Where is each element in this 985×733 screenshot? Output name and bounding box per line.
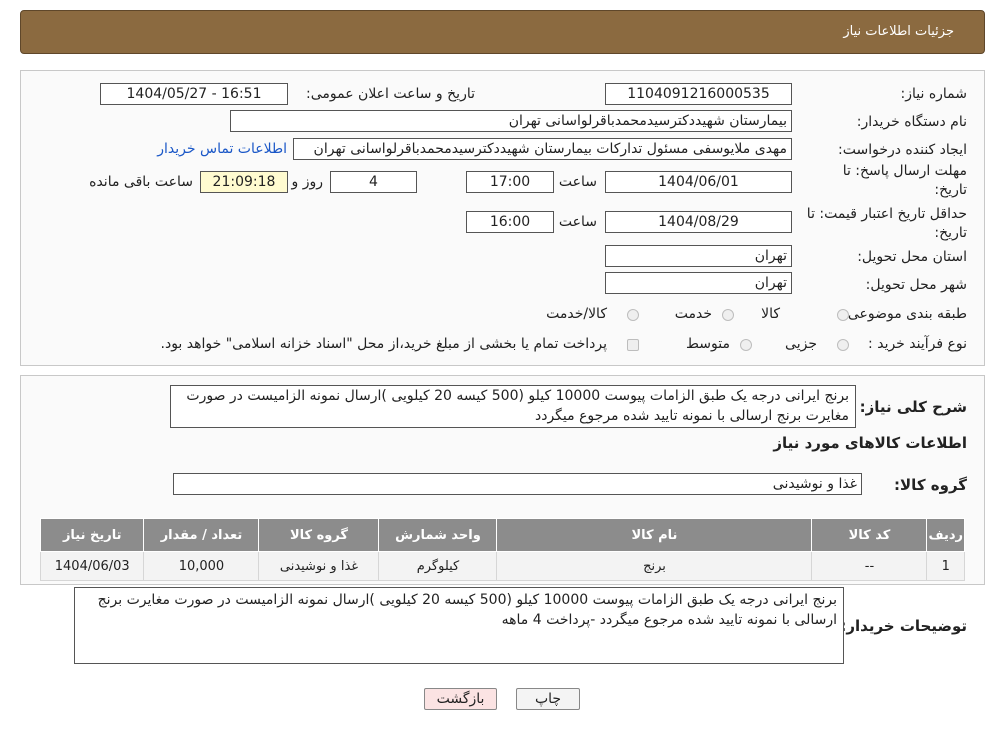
category-radio-goods-service[interactable] — [627, 309, 639, 321]
buyer-org-label: نام دستگاه خریدار: — [856, 114, 967, 130]
col-group: گروه کالا — [258, 518, 380, 552]
cell-item-code: -- — [811, 551, 928, 581]
process-radio-minor[interactable] — [837, 339, 849, 351]
col-need-date: تاریخ نیاز — [39, 518, 145, 552]
process-option-medium: متوسط — [686, 336, 730, 352]
remaining-time-label: ساعت باقی مانده — [89, 174, 193, 190]
province-field: تهران — [605, 245, 792, 267]
col-item-code: کد کالا — [811, 518, 928, 552]
validity-time-field: 16:00 — [466, 211, 554, 233]
col-quantity: تعداد / مقدار — [143, 518, 260, 552]
goods-section-title: اطلاعات کالاهای مورد نیاز — [773, 434, 967, 452]
process-option-minor: جزیی — [785, 336, 817, 352]
buyer-org-field: بیمارستان شهیددکترسیدمحمدباقرلواسانی تهر… — [230, 110, 792, 132]
back-button[interactable]: بازگشت — [424, 688, 497, 710]
deadline-date-field: 1404/06/01 — [605, 171, 792, 193]
validity-label-1: حداقل تاریخ اعتبار قیمت: تا — [806, 206, 967, 222]
remaining-time-field: 21:09:18 — [200, 171, 288, 193]
category-option-goods: کالا — [761, 306, 780, 322]
treasury-payment-note: پرداخت تمام یا بخشی از مبلغ خرید،از محل … — [160, 336, 607, 352]
table-row: 1 -- برنج کیلوگرم غذا و نوشیدنی 10,000 1… — [39, 551, 965, 581]
category-option-goods-service: کالا/خدمت — [546, 306, 607, 322]
deadline-label-1: مهلت ارسال پاسخ: تا — [842, 163, 967, 179]
description-field: برنج ایرانی درجه یک طبق الزامات پیوست 10… — [170, 385, 856, 428]
process-radio-medium[interactable] — [740, 339, 752, 351]
need-number-field: 1104091216000535 — [605, 83, 792, 105]
treasury-checkbox[interactable] — [627, 339, 639, 351]
deadline-label-2: تاریخ: — [934, 182, 967, 198]
need-number-label: شماره نیاز: — [900, 86, 968, 102]
cell-need-date: 1404/06/03 — [39, 551, 145, 581]
city-field: تهران — [605, 272, 792, 294]
cell-row-no: 1 — [926, 551, 965, 581]
cell-quantity: 10,000 — [143, 551, 260, 581]
buyer-contact-link[interactable]: اطلاعات تماس خریدار — [157, 141, 287, 157]
province-label: استان محل تحویل: — [857, 249, 967, 265]
col-item-name: نام کالا — [496, 518, 813, 552]
days-label: روز و — [291, 174, 324, 190]
validity-date-field: 1404/08/29 — [605, 211, 792, 233]
deadline-time-field: 17:00 — [466, 171, 554, 193]
creator-field: مهدی ملایوسفی مسئول تدارکات بیمارستان شه… — [293, 138, 792, 160]
days-remaining-field: 4 — [330, 171, 417, 193]
col-row-no: ردیف — [926, 518, 965, 552]
goods-table: ردیف کد کالا نام کالا واحد شمارش گروه کا… — [39, 518, 965, 581]
category-radio-service[interactable] — [722, 309, 734, 321]
buyer-notes-label: توضیحات خریدار: — [840, 617, 967, 635]
goods-group-field: غذا و نوشیدنی — [173, 473, 862, 495]
cell-unit: کیلوگرم — [378, 551, 498, 581]
city-label: شهر محل تحویل: — [865, 277, 967, 293]
page-title: جزئیات اطلاعات نیاز — [843, 24, 954, 39]
description-label: شرح کلی نیاز: — [859, 398, 967, 416]
category-option-service: خدمت — [674, 306, 712, 322]
col-unit: واحد شمارش — [378, 518, 498, 552]
announce-datetime-field: 1404/05/27 - 16:51 — [100, 83, 288, 105]
validity-time-label: ساعت — [558, 214, 597, 230]
category-label: طبقه بندی موضوعی: — [843, 306, 967, 322]
goods-table-header: ردیف کد کالا نام کالا واحد شمارش گروه کا… — [39, 518, 965, 552]
category-radio-goods[interactable] — [837, 309, 849, 321]
cell-group: غذا و نوشیدنی — [258, 551, 380, 581]
process-type-label: نوع فرآیند خرید : — [868, 336, 967, 352]
buyer-notes-field: برنج ایرانی درجه یک طبق الزامات پیوست 10… — [74, 587, 844, 664]
page-header: جزئیات اطلاعات نیاز — [20, 10, 985, 54]
goods-group-label: گروه کالا: — [894, 476, 967, 494]
creator-label: ایجاد کننده درخواست: — [838, 142, 967, 158]
deadline-time-label: ساعت — [558, 174, 597, 190]
validity-label-2: تاریخ: — [934, 225, 967, 241]
print-button[interactable]: چاپ — [516, 688, 580, 710]
announce-datetime-label: تاریخ و ساعت اعلان عمومی: — [306, 86, 475, 102]
cell-item-name: برنج — [496, 551, 813, 581]
